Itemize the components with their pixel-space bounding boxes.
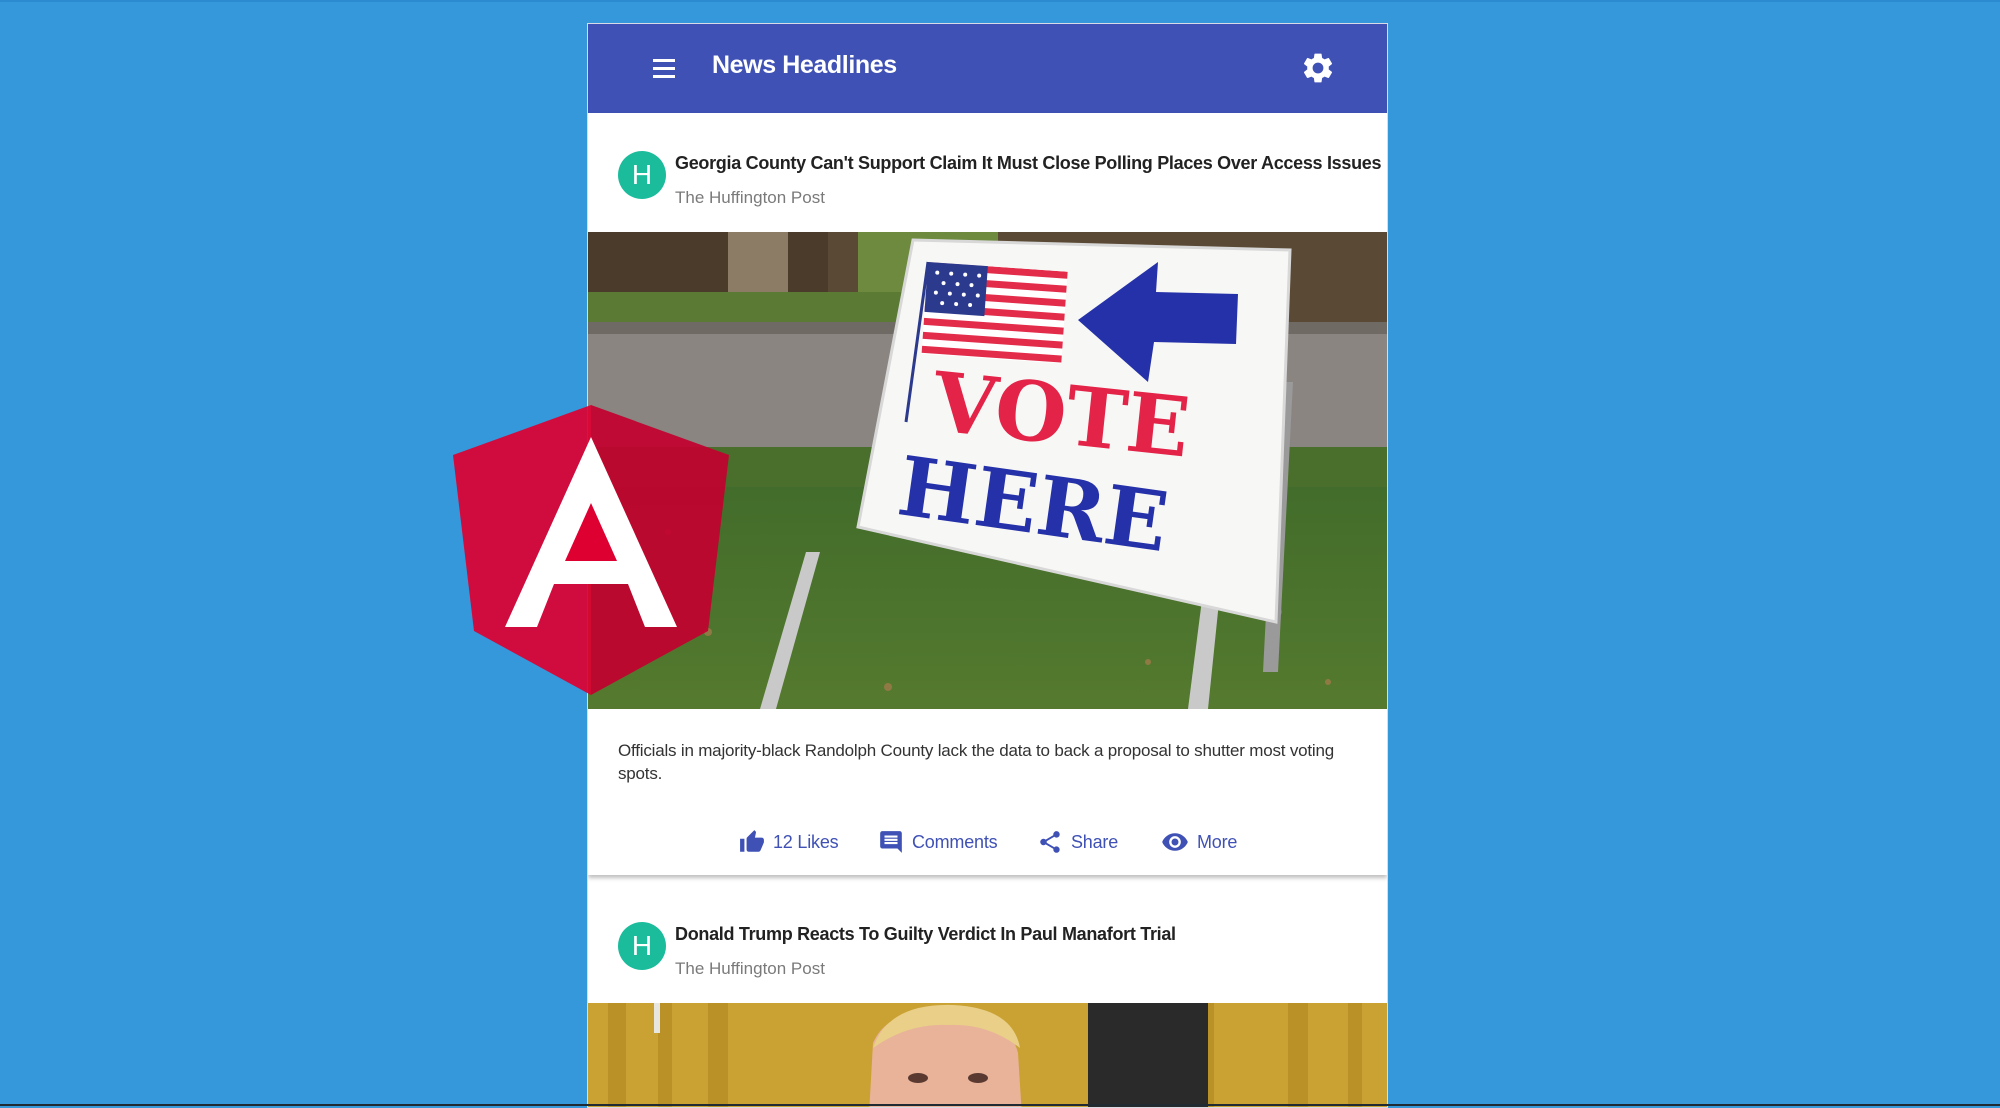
article-source: The Huffington Post xyxy=(675,959,825,978)
share-label: Share xyxy=(1071,831,1119,852)
comment-icon xyxy=(880,831,902,853)
like-button[interactable]: 12 Likes xyxy=(739,823,839,861)
top-border xyxy=(0,0,2000,2)
comments-label: Comments xyxy=(912,831,998,852)
share-icon xyxy=(1040,831,1060,853)
avatar: H xyxy=(618,151,666,199)
menu-icon[interactable] xyxy=(646,50,682,86)
avatar: H xyxy=(618,922,666,970)
app-title: News Headlines xyxy=(712,51,897,79)
more-label: More xyxy=(1197,831,1238,852)
article-title[interactable]: Georgia County Can't Support Claim It Mu… xyxy=(675,153,1382,174)
article-image xyxy=(588,1003,1387,1107)
article-source: The Huffington Post xyxy=(675,188,825,207)
comments-button[interactable]: Comments xyxy=(878,823,998,861)
eye-icon xyxy=(1162,833,1188,851)
thumbs-up-icon xyxy=(740,830,764,852)
angular-logo xyxy=(453,405,729,695)
share-button[interactable]: Share xyxy=(1037,823,1118,861)
likes-label: 12 Likes xyxy=(773,831,839,852)
app-toolbar: News Headlines xyxy=(588,24,1387,113)
gear-icon[interactable] xyxy=(1300,50,1336,86)
card-actions: 12 Likes Comments Share More xyxy=(588,823,1387,861)
vote-sign-text: VOTE HERE xyxy=(892,354,1194,571)
more-button[interactable]: More xyxy=(1161,823,1237,861)
article-title[interactable]: Donald Trump Reacts To Guilty Verdict In… xyxy=(675,924,1176,945)
article-summary: Officials in majority-black Randolph Cou… xyxy=(618,741,1334,783)
news-card: H Donald Trump Reacts To Guilty Verdict … xyxy=(588,884,1387,1107)
